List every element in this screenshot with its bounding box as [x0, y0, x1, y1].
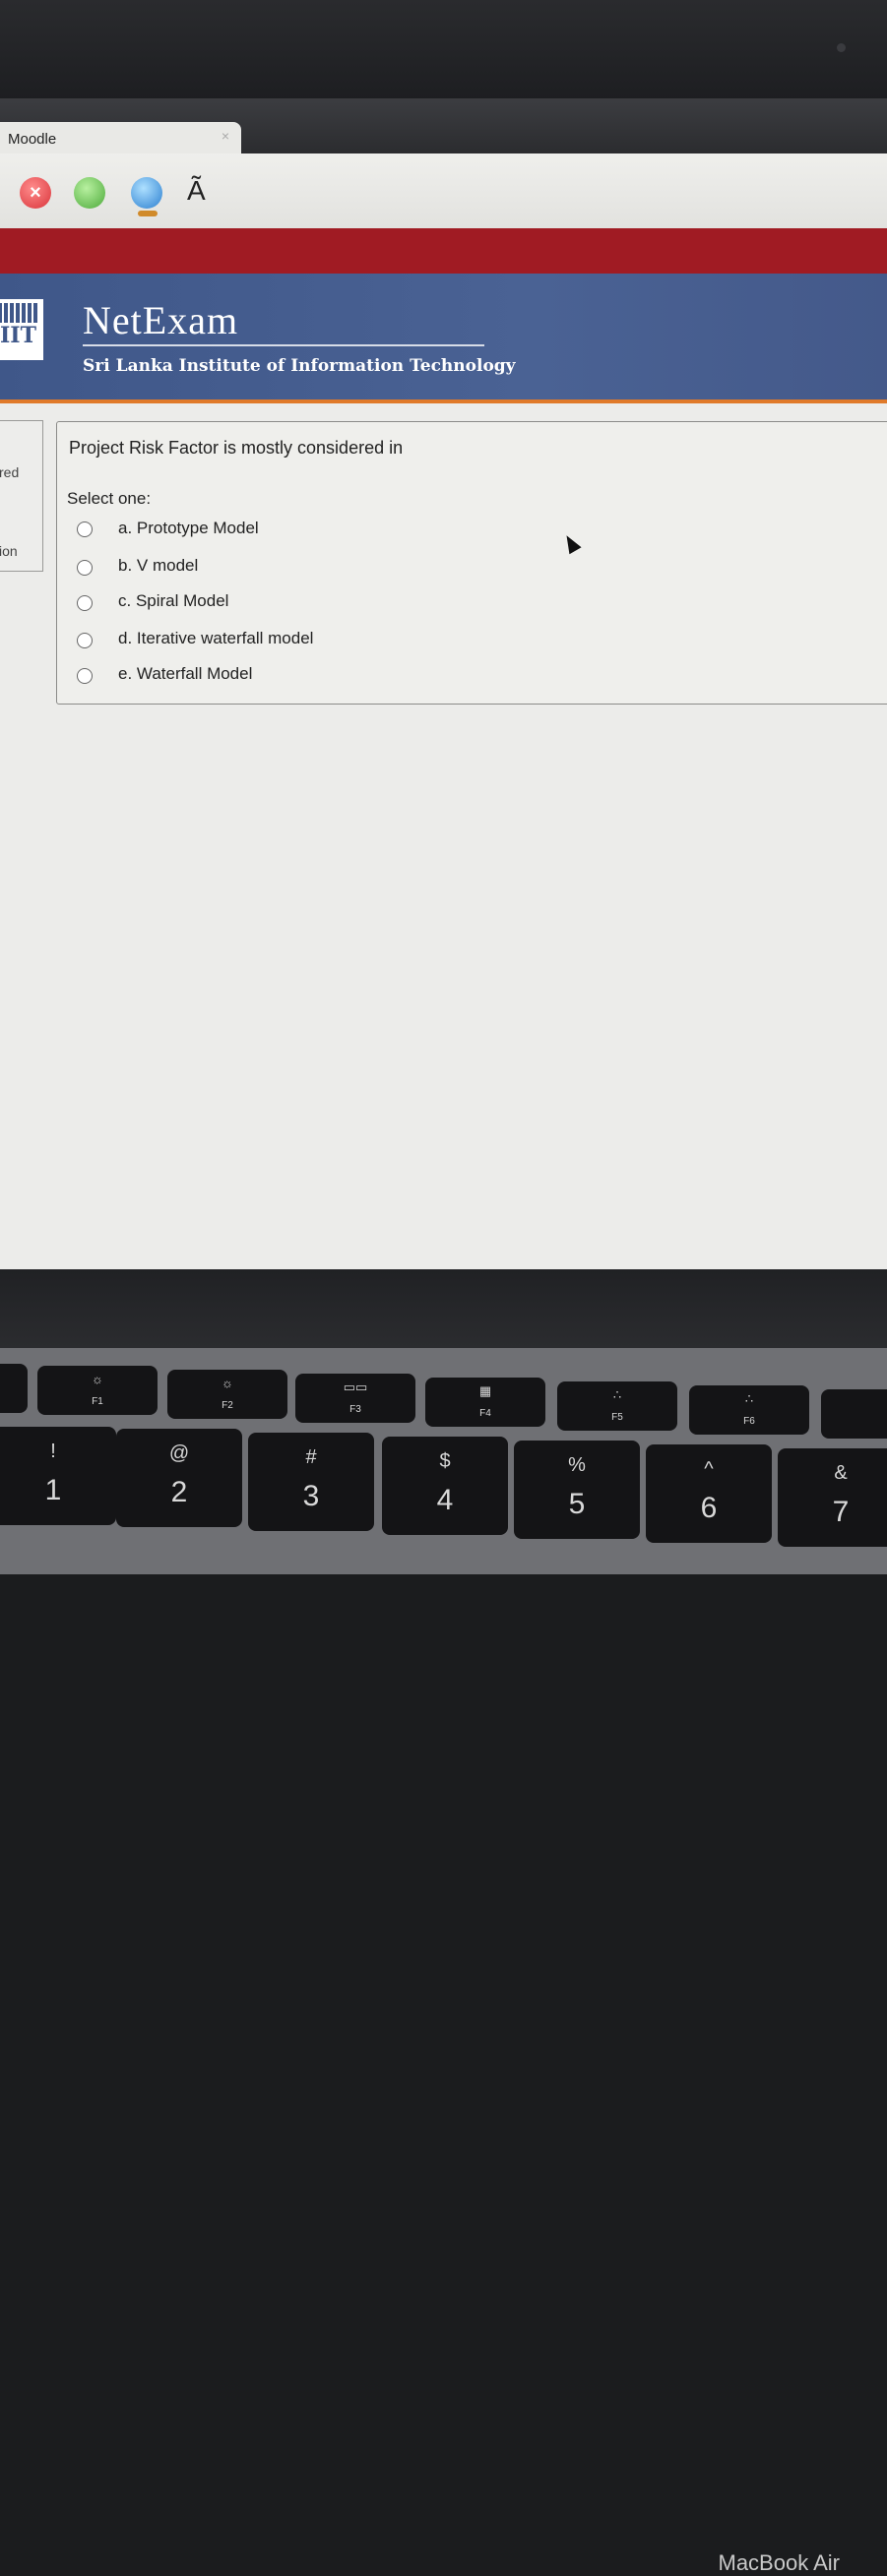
answer-option[interactable]: b. V model — [77, 556, 569, 582]
radio-button[interactable] — [77, 668, 93, 684]
browser-tab[interactable]: Moodle × — [0, 122, 241, 157]
answer-option[interactable]: e. Waterfall Model — [77, 664, 569, 690]
brand-divider — [83, 344, 484, 346]
answer-option[interactable]: c. Spiral Model — [77, 591, 569, 617]
key-7[interactable]: & 7 — [778, 1448, 887, 1547]
brand-title: NetExam — [83, 298, 239, 342]
reload-icon[interactable] — [74, 177, 105, 209]
key-shift-char: $ — [439, 1450, 451, 1472]
select-prompt: Select one: — [67, 489, 152, 508]
key-f6[interactable]: ∴ F6 — [689, 1385, 809, 1435]
answer-option[interactable]: d. Iterative waterfall model — [77, 629, 569, 654]
key-3[interactable]: # 3 — [248, 1433, 374, 1531]
stop-icon[interactable]: × — [20, 177, 51, 209]
key-label: F4 — [479, 1408, 491, 1419]
key-char: 6 — [700, 1492, 718, 1524]
header-red-bar — [0, 228, 887, 274]
key-char: 4 — [436, 1484, 454, 1516]
radio-button[interactable] — [77, 633, 93, 648]
option-label[interactable]: b. V model — [118, 556, 198, 576]
key-1[interactable]: ! 1 — [0, 1427, 116, 1525]
key-shift-char: % — [568, 1454, 586, 1476]
keyboard-light-up-icon: ∴ — [744, 1391, 754, 1406]
key-char: 1 — [44, 1474, 62, 1506]
info-flag-text[interactable]: ion — [0, 543, 18, 559]
globe-icon[interactable] — [131, 177, 162, 209]
brightness-down-icon: ☼ — [92, 1372, 103, 1386]
netexam-banner: IIT NetExam Sri Lanka Institute of Infor… — [0, 274, 887, 403]
key-5[interactable]: % 5 — [514, 1441, 640, 1539]
key-f5[interactable]: ∴ F5 — [557, 1381, 677, 1431]
key-char: 2 — [170, 1476, 188, 1508]
device-label: MacBook Air — [718, 2550, 841, 2575]
laptop-bottom-bezel: MacBook Air — [0, 1269, 887, 2575]
key-char: 3 — [302, 1480, 320, 1512]
key-f4[interactable]: ▦ F4 — [425, 1378, 545, 1427]
key-label: F6 — [743, 1416, 755, 1427]
radio-button[interactable] — [77, 560, 93, 576]
escape-key[interactable] — [0, 1364, 28, 1413]
brightness-up-icon: ☼ — [222, 1376, 233, 1390]
question-text: Project Risk Factor is mostly considered… — [69, 438, 404, 458]
key-shift-char: ^ — [704, 1458, 714, 1480]
globe-stand — [138, 211, 158, 216]
info-status-text: red — [0, 464, 20, 480]
key-2[interactable]: @ 2 — [116, 1429, 242, 1527]
key-label: F5 — [611, 1412, 623, 1423]
key-f2[interactable]: ☼ F2 — [167, 1370, 287, 1419]
browser-toolbar: × Ã — [0, 153, 887, 229]
mission-control-icon: ▭▭ — [343, 1380, 368, 1394]
launchpad-icon: ▦ — [478, 1383, 492, 1398]
key-6[interactable]: ^ 6 — [646, 1444, 772, 1543]
browser-tab-strip: Moodle × — [0, 98, 887, 157]
tab-close-icon[interactable]: × — [222, 128, 229, 144]
key-f1[interactable]: ☼ F1 — [37, 1366, 158, 1415]
institute-subtitle: Sri Lanka Institute of Information Techn… — [83, 356, 516, 376]
tab-title: Moodle — [8, 131, 57, 148]
camera-icon — [837, 43, 846, 52]
key-shift-char: # — [305, 1446, 317, 1468]
option-label[interactable]: e. Waterfall Model — [118, 664, 252, 684]
key-4[interactable]: $ 4 — [382, 1437, 508, 1535]
key-char: 7 — [832, 1496, 850, 1528]
radio-button[interactable] — [77, 521, 93, 537]
key-f7[interactable] — [821, 1389, 887, 1439]
logo-pattern — [0, 303, 39, 323]
sliit-logo: IIT — [0, 299, 43, 360]
key-shift-char: & — [834, 1462, 848, 1484]
question-info-panel: red ion — [0, 420, 43, 572]
radio-button[interactable] — [77, 595, 93, 611]
key-label: F1 — [92, 1396, 103, 1407]
option-label[interactable]: a. Prototype Model — [118, 519, 259, 538]
key-shift-char: ! — [50, 1441, 56, 1462]
question-box: Project Risk Factor is mostly considered… — [56, 421, 887, 705]
keyboard-light-down-icon: ∴ — [612, 1387, 622, 1402]
key-f3[interactable]: ▭▭ F3 — [295, 1374, 415, 1423]
answer-option[interactable]: a. Prototype Model — [77, 519, 569, 544]
key-shift-char: @ — [168, 1442, 190, 1464]
laptop-top-bezel — [0, 0, 887, 108]
font-size-icon[interactable]: Ã — [187, 175, 206, 207]
keyboard-deck: ☼ F1 ☼ F2 ▭▭ F3 ▦ F4 ∴ F5 ∴ F6 ! 1 @ 2 #… — [0, 1348, 887, 1574]
key-label: F2 — [222, 1400, 233, 1411]
option-label[interactable]: c. Spiral Model — [118, 591, 228, 611]
laptop-screen: Moodle × × Ã IIT NetExam Sri Lanka Insti… — [0, 98, 887, 1269]
option-label[interactable]: d. Iterative waterfall model — [118, 629, 313, 648]
key-char: 5 — [568, 1488, 586, 1520]
logo-text: IIT — [0, 323, 36, 348]
key-label: F3 — [349, 1404, 361, 1415]
